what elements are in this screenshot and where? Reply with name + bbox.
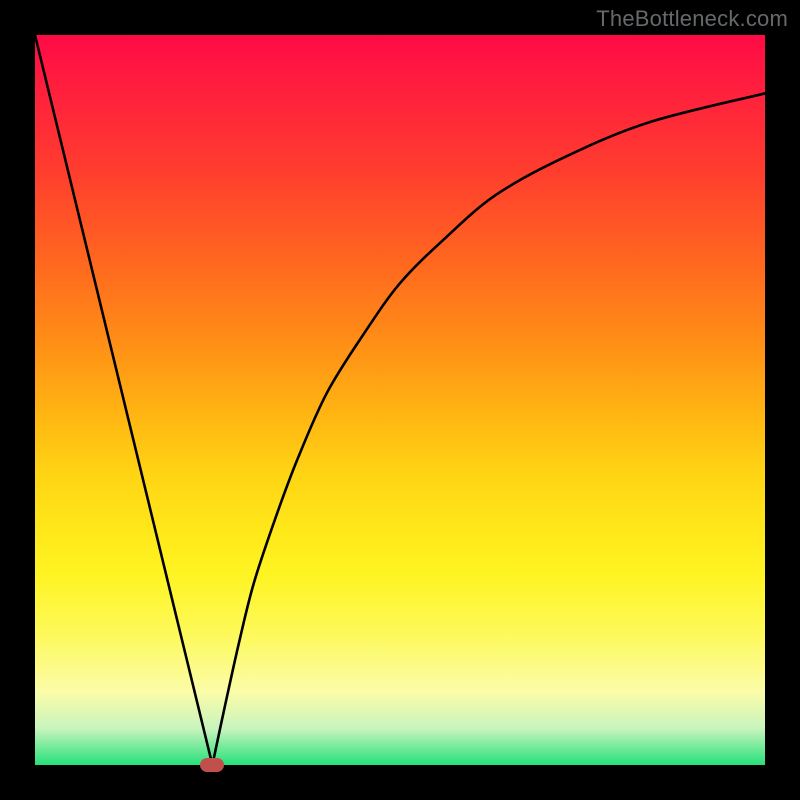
minimum-marker [200,758,224,772]
watermark-text: TheBottleneck.com [596,6,788,32]
bottleneck-curve [35,35,765,765]
plot-area [35,35,765,765]
chart-frame: TheBottleneck.com [0,0,800,800]
